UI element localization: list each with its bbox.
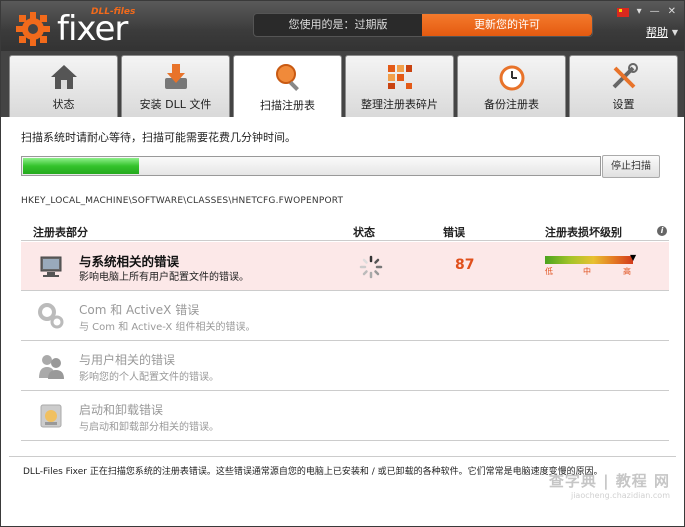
license-status: 您使用的是：过期版 bbox=[288, 18, 388, 31]
minimize-button[interactable]: — bbox=[650, 6, 660, 18]
dropdown-arrow-icon[interactable]: ▾ bbox=[637, 6, 642, 18]
window-controls: ▾ — ✕ bbox=[616, 5, 676, 19]
col-status: 状态 bbox=[353, 226, 375, 239]
col-severity: 注册表损坏级别 bbox=[545, 226, 622, 239]
row-description: 影响电脑上所有用户配置文件的错误。 bbox=[79, 272, 249, 283]
col-section: 注册表部分 bbox=[33, 226, 88, 239]
row-description: 影响您的个人配置文件的错误。 bbox=[79, 372, 219, 383]
tab-label: 整理注册表碎片 bbox=[361, 98, 438, 111]
gear-logo-icon bbox=[16, 12, 50, 46]
system-icon bbox=[40, 256, 62, 277]
footer: DLL-Files Fixer 正在扫描您系统的注册表错误。这些错误通常源自您的… bbox=[9, 456, 676, 504]
close-button[interactable]: ✕ bbox=[668, 6, 676, 18]
watermark-title: 查字典 | 教程 网 bbox=[548, 472, 670, 490]
tab-backup-registry[interactable]: 备份注册表 bbox=[457, 55, 566, 117]
row-title: Com 和 ActiveX 错误 bbox=[79, 303, 200, 317]
header: DLL-files fixer 您使用的是：过期版 更新您的许可 ▾ — ✕ 帮… bbox=[1, 1, 684, 51]
tab-label: 扫描注册表 bbox=[260, 99, 315, 112]
startup-uninstall-icon bbox=[40, 404, 62, 428]
scan-registry-icon bbox=[275, 64, 299, 91]
scan-progress-bar bbox=[21, 156, 601, 176]
logo: DLL-files fixer bbox=[13, 7, 143, 49]
tab-scan-registry[interactable]: 扫描注册表 bbox=[233, 55, 342, 118]
current-registry-path: HKEY_LOCAL_MACHINE\SOFTWARE\CLASSES\HNET… bbox=[21, 196, 344, 206]
row-description: 与启动和卸载部分相关的错误。 bbox=[79, 422, 219, 433]
license-bar: 您使用的是：过期版 更新您的许可 bbox=[253, 13, 593, 37]
help-dropdown-icon[interactable]: ▼ bbox=[672, 28, 678, 37]
result-row-system[interactable]: 与系统相关的错误 影响电脑上所有用户配置文件的错误。 87 ▼ 低 中 高 bbox=[21, 242, 669, 291]
watermark-url: jiaocheng.chazidian.com bbox=[570, 491, 670, 500]
com-activex-icon bbox=[38, 303, 64, 329]
tab-defrag-registry[interactable]: 整理注册表碎片 bbox=[345, 55, 454, 117]
users-icon bbox=[39, 355, 64, 379]
update-license-button[interactable]: 更新您的许可 bbox=[422, 14, 592, 36]
brand-name: fixer bbox=[57, 9, 128, 49]
severity-bar bbox=[545, 256, 633, 264]
tab-bar: 状态 安装 DLL 文件 扫描注册表 整理注册表碎片 备份注册表 设置 bbox=[1, 51, 684, 118]
severity-marker-icon: ▼ bbox=[630, 253, 637, 262]
row-title: 与用户相关的错误 bbox=[79, 353, 176, 367]
defrag-registry-icon bbox=[387, 65, 412, 89]
tab-label: 安装 DLL 文件 bbox=[139, 98, 212, 111]
tab-label: 状态 bbox=[52, 98, 75, 111]
error-count: 87 bbox=[455, 257, 475, 273]
row-title: 启动和卸载错误 bbox=[79, 403, 164, 417]
stop-scan-button[interactable]: 停止扫描 bbox=[602, 155, 660, 178]
tab-settings[interactable]: 设置 bbox=[569, 55, 678, 117]
tab-label: 设置 bbox=[612, 98, 635, 111]
result-row-com-activex[interactable]: Com 和 ActiveX 错误 与 Com 和 Active-X 组件相关的错… bbox=[21, 292, 669, 341]
severity-mid: 中 bbox=[583, 267, 591, 276]
language-flag-icon[interactable] bbox=[616, 7, 629, 17]
results-header: 注册表部分 状态 错误 注册表损坏级别 i bbox=[21, 221, 669, 241]
help-link[interactable]: 帮助 bbox=[646, 24, 668, 40]
scan-status-text: 扫描系统时请耐心等待，扫描可能需要花费几分钟时间。 bbox=[21, 131, 296, 144]
watermark: 查字典 | 教程 网 jiaocheng.chazidian.com bbox=[549, 470, 670, 500]
app-window: DLL-files fixer 您使用的是：过期版 更新您的许可 ▾ — ✕ 帮… bbox=[0, 0, 685, 527]
result-row-users[interactable]: 与用户相关的错误 影响您的个人配置文件的错误。 bbox=[21, 342, 669, 391]
settings-icon bbox=[612, 63, 638, 89]
tab-label: 备份注册表 bbox=[484, 98, 539, 111]
install-dll-icon bbox=[164, 64, 187, 89]
progress-fill bbox=[23, 158, 139, 174]
loading-spinner-icon bbox=[359, 255, 383, 279]
row-description: 与 Com 和 Active-X 组件相关的错误。 bbox=[79, 322, 256, 333]
info-icon[interactable]: i bbox=[657, 226, 667, 236]
severity-high: 高 bbox=[623, 267, 631, 276]
severity-meter: ▼ 低 中 高 bbox=[545, 253, 637, 276]
home-icon bbox=[50, 65, 77, 89]
result-row-startup-uninstall[interactable]: 启动和卸载错误 与启动和卸载部分相关的错误。 bbox=[21, 392, 669, 441]
severity-low: 低 bbox=[545, 267, 553, 276]
tab-status[interactable]: 状态 bbox=[9, 55, 118, 117]
col-errors: 错误 bbox=[443, 226, 465, 239]
tab-install-dll[interactable]: 安装 DLL 文件 bbox=[121, 55, 230, 117]
backup-registry-icon bbox=[499, 65, 524, 91]
